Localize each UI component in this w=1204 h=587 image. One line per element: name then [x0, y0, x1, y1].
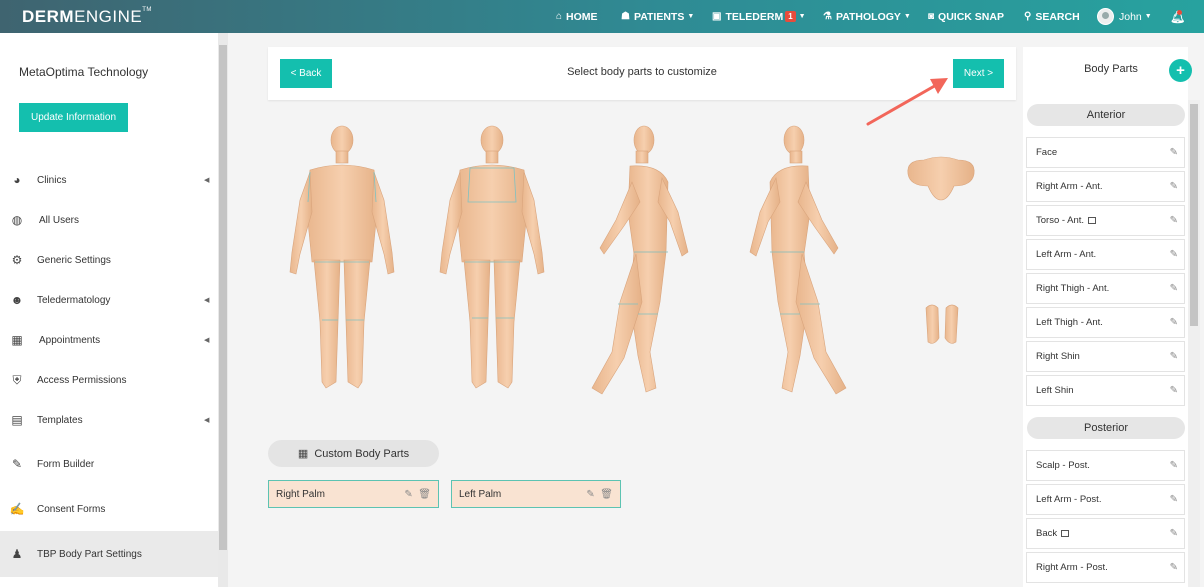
sidebar-item-consent-forms[interactable]: ✍ Consent Forms — [0, 489, 218, 529]
form-icon: ✎ — [11, 457, 23, 471]
user-menu[interactable]: John ▼ — [1097, 0, 1152, 33]
telederm-icon: ▣ — [712, 11, 722, 22]
pencil-icon[interactable]: ✎ — [1170, 283, 1178, 294]
part-row-left-shin[interactable]: Left Shin ✎ — [1026, 375, 1185, 406]
consent-icon: ✍ — [9, 502, 25, 516]
part-row-right-arm-post[interactable]: Right Arm - Post. ✎ — [1026, 552, 1185, 583]
add-body-part-button[interactable]: + — [1169, 59, 1192, 82]
annotation-arrow — [866, 78, 948, 126]
pencil-icon[interactable]: ✎ — [1170, 562, 1178, 573]
pencil-icon[interactable]: ✎ — [1170, 460, 1178, 471]
sidebar-item-access-permissions[interactable]: ⛨ Access Permissions — [0, 360, 218, 400]
nav-quick-snap[interactable]: ◙ QUICK SNAP — [928, 0, 1004, 33]
part-row-left-thigh-ant[interactable]: Left Thigh - Ant. ✎ — [1026, 307, 1185, 338]
part-row-right-thigh-ant[interactable]: Right Thigh - Ant. ✎ — [1026, 273, 1185, 304]
chevron-left-icon: ◀ — [204, 337, 210, 344]
chevron-down-icon: ▼ — [903, 13, 911, 20]
pencil-icon[interactable]: ✎ — [1170, 351, 1178, 362]
section-posterior: Posterior — [1027, 417, 1185, 439]
body-figure-anterior[interactable] — [282, 122, 402, 398]
pencil-icon[interactable]: ✎ — [1170, 249, 1178, 260]
top-navigation-bar: DERMENGINETM ⌂ HOME ☗ PATIENTS ▼ ▣ TELEDERM 1… — [0, 0, 1204, 33]
settings-sidebar: MetaOptima Technology Update Information… — [0, 33, 218, 587]
part-row-left-arm-ant[interactable]: Left Arm - Ant. ✎ — [1026, 239, 1185, 270]
part-row-right-shin[interactable]: Right Shin ✎ — [1026, 341, 1185, 372]
copy-icon — [1061, 530, 1070, 537]
home-icon: ⌂ — [556, 11, 563, 22]
gear-icon: ⚙ — [11, 253, 23, 267]
organization-name: MetaOptima Technology — [19, 65, 149, 79]
body-figure-scalp-top[interactable] — [902, 152, 980, 202]
pencil-icon[interactable]: ✎ — [586, 489, 594, 500]
nav-patients[interactable]: ☗ PATIENTS ▼ — [621, 0, 694, 33]
chevron-down-icon: ▼ — [687, 13, 695, 20]
part-row-back[interactable]: Back ✎ — [1026, 518, 1185, 549]
pencil-icon[interactable]: ✎ — [1170, 528, 1178, 539]
chevron-down-icon: ▼ — [1144, 13, 1152, 20]
body-figure-posterior[interactable] — [432, 122, 552, 398]
pencil-icon[interactable]: ✎ — [1170, 317, 1178, 328]
sidebar-item-generic-settings[interactable]: ⚙ Generic Settings — [0, 240, 218, 280]
pencil-icon[interactable]: ✎ — [1170, 215, 1178, 226]
body-figure-right-lateral[interactable] — [590, 122, 700, 398]
body-icon: ♟ — [11, 547, 23, 561]
sidebar-scrollbar-thumb[interactable] — [219, 45, 227, 550]
users-globe-icon: ◍ — [11, 213, 23, 227]
pie-chart-icon: ◕ — [13, 173, 21, 187]
custom-part-right-palm[interactable]: Right Palm ✎ 🗑︎ — [268, 480, 439, 508]
notification-dot — [1177, 10, 1182, 15]
microscope-icon: ⚗ — [823, 11, 832, 22]
sidebar-item-form-builder[interactable]: ✎ Form Builder — [0, 444, 218, 484]
chevron-left-icon: ◀ — [204, 297, 210, 304]
patients-icon: ☗ — [621, 11, 630, 22]
next-button[interactable]: Next > — [953, 59, 1004, 88]
dermengine-logo[interactable]: DERMENGINETM — [22, 7, 152, 27]
pencil-icon[interactable]: ✎ — [1170, 147, 1178, 158]
part-row-torso-ant[interactable]: Torso - Ant. ✎ — [1026, 205, 1185, 236]
chevron-left-icon: ◀ — [204, 417, 210, 424]
body-figure-left-lateral[interactable] — [738, 122, 850, 398]
sidebar-item-clinics[interactable]: ◕ Clinics ◀ — [0, 160, 218, 200]
nav-search[interactable]: ⚲ SEARCH — [1024, 0, 1080, 33]
part-row-face[interactable]: Face ✎ — [1026, 137, 1185, 168]
camera-icon: ◙ — [928, 11, 935, 22]
notifications-button[interactable]: 🔔︎ — [1170, 0, 1185, 33]
chevron-down-icon: ▼ — [798, 13, 806, 20]
avatar — [1097, 8, 1114, 25]
shield-user-icon: ⛨ — [12, 372, 22, 387]
pencil-icon[interactable]: ✎ — [1170, 494, 1178, 505]
custom-part-left-palm[interactable]: Left Palm ✎ 🗑︎ — [451, 480, 621, 508]
custom-body-parts-header: ▦ Custom Body Parts — [268, 440, 439, 467]
sidebar-item-tbp-body-part-settings[interactable]: ♟ TBP Body Part Settings — [0, 531, 218, 577]
pencil-icon[interactable]: ✎ — [1170, 385, 1178, 396]
telederm-badge: 1 — [785, 11, 796, 22]
nav-telederm[interactable]: ▣ TELEDERM 1 ▼ — [712, 0, 806, 33]
section-anterior: Anterior — [1027, 104, 1185, 126]
pencil-icon[interactable]: ✎ — [404, 489, 412, 500]
sidebar-item-all-users[interactable]: ◍ All Users — [0, 200, 218, 240]
trash-icon[interactable]: 🗑︎ — [418, 489, 431, 500]
part-row-right-arm-ant[interactable]: Right Arm - Ant. ✎ — [1026, 171, 1185, 202]
nav-home[interactable]: ⌂ HOME — [556, 0, 598, 33]
nav-pathology[interactable]: ⚗ PATHOLOGY ▼ — [823, 0, 911, 33]
chevron-left-icon: ◀ — [204, 177, 210, 184]
teledermatology-icon: ☻ — [10, 293, 24, 307]
calendar-icon: ▦ — [11, 333, 23, 347]
document-icon: ▤ — [11, 413, 23, 427]
copy-icon — [1088, 217, 1097, 224]
grid-icon: ▦ — [297, 448, 309, 460]
search-icon: ⚲ — [1024, 11, 1032, 22]
sidebar-item-templates[interactable]: ▤ Templates ◀ — [0, 400, 218, 440]
part-row-scalp-post[interactable]: Scalp - Post. ✎ — [1026, 450, 1185, 481]
body-parts-scrollbar-thumb[interactable] — [1190, 104, 1198, 326]
sidebar-item-appointments[interactable]: ▦ Appointments ◀ — [0, 320, 218, 360]
update-information-button[interactable]: Update Information — [19, 103, 128, 132]
part-row-left-arm-post[interactable]: Left Arm - Post. ✎ — [1026, 484, 1185, 515]
pencil-icon[interactable]: ✎ — [1170, 181, 1178, 192]
trash-icon[interactable]: 🗑︎ — [600, 489, 613, 500]
sidebar-item-teledermatology[interactable]: ☻ Teledermatology ◀ — [0, 280, 218, 320]
body-figure-soles[interactable] — [922, 302, 962, 346]
